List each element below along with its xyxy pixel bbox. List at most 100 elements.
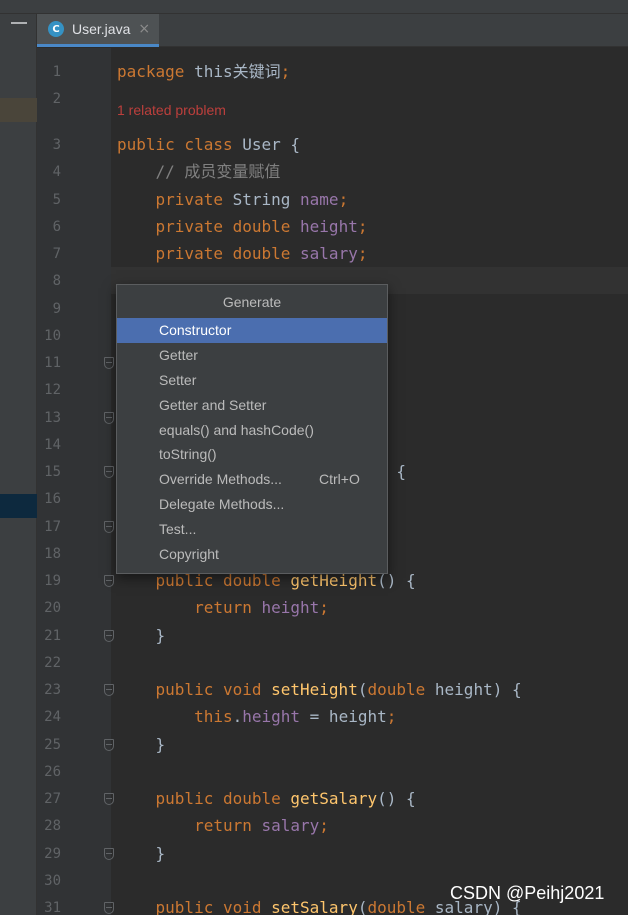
code-line: } bbox=[117, 625, 166, 646]
strip-marker bbox=[0, 98, 37, 122]
code-line: public void setHeight(double height) { bbox=[117, 680, 522, 700]
fold-marker-icon[interactable] bbox=[104, 738, 114, 751]
menu-item-tostring[interactable]: toString() bbox=[117, 442, 387, 467]
line-number: 31 bbox=[44, 900, 61, 915]
fold-marker-icon[interactable] bbox=[104, 684, 114, 696]
watermark: CSDN @Peihj2021 bbox=[450, 883, 605, 903]
fold-marker-icon[interactable] bbox=[104, 411, 114, 424]
line-number: 15 bbox=[44, 464, 61, 480]
menu-item-label: Getter bbox=[159, 347, 198, 364]
line-number: 19 bbox=[44, 573, 61, 589]
line-number: 16 bbox=[44, 491, 61, 508]
code-line: private double salary; bbox=[117, 244, 368, 264]
line-number: 21 bbox=[44, 627, 61, 644]
code-token: private bbox=[117, 189, 233, 209]
fold-marker-icon[interactable] bbox=[104, 466, 114, 478]
menu-item-setter[interactable]: Setter bbox=[117, 368, 387, 393]
title-bar bbox=[0, 0, 628, 14]
code-token: 关键词 bbox=[232, 62, 281, 81]
code-token: private double bbox=[117, 244, 301, 263]
fold-marker-icon[interactable] bbox=[104, 793, 114, 805]
popup-title: Generate bbox=[222, 293, 282, 310]
line-number: 5 bbox=[52, 191, 61, 208]
code-token: name bbox=[300, 189, 339, 209]
line-number: 22 bbox=[44, 654, 61, 671]
line-number: 27 bbox=[44, 791, 61, 807]
code-line: private double height; bbox=[117, 216, 368, 237]
code-line: package this关键词; bbox=[117, 62, 290, 82]
menu-item-constructor[interactable]: Constructor bbox=[117, 318, 387, 343]
line-number: 6 bbox=[52, 218, 61, 235]
code-line: public double getHeight() { bbox=[117, 571, 416, 591]
code-token: () { bbox=[377, 789, 416, 808]
menu-item-label: toString() bbox=[159, 446, 217, 463]
line-number: 2 bbox=[52, 91, 61, 107]
line-number: 20 bbox=[44, 600, 61, 617]
code-token: ; bbox=[357, 244, 368, 263]
line-number: 23 bbox=[44, 682, 61, 698]
code-token: String bbox=[232, 189, 301, 209]
line-number: 18 bbox=[44, 545, 61, 562]
menu-item-getter-and-setter[interactable]: Getter and Setter bbox=[117, 392, 387, 417]
code-line: private String name; bbox=[117, 189, 349, 210]
line-number: 29 bbox=[44, 845, 61, 862]
code-line: return height; bbox=[117, 598, 329, 618]
minimize-icon[interactable] bbox=[11, 22, 27, 24]
line-number: 9 bbox=[52, 300, 61, 317]
line-number: 25 bbox=[44, 736, 61, 753]
menu-item-delegate-methods[interactable]: Delegate Methods... bbox=[117, 492, 387, 517]
code-line: } bbox=[117, 735, 166, 755]
line-number: 30 bbox=[44, 872, 61, 889]
code-token: ; bbox=[357, 216, 368, 236]
menu-item-test[interactable]: Test... bbox=[117, 516, 387, 541]
line-number: 7 bbox=[52, 246, 61, 262]
fold-marker-icon[interactable] bbox=[104, 520, 114, 533]
code-token: return bbox=[117, 598, 262, 618]
fold-marker-icon[interactable] bbox=[104, 575, 114, 587]
related-problem-hint[interactable]: 1 related problem bbox=[117, 102, 226, 118]
line-number: 17 bbox=[44, 518, 61, 535]
code-token: salary bbox=[300, 244, 358, 263]
menu-item-label: Copyright bbox=[159, 545, 219, 562]
menu-item-equals-and-hashcode[interactable]: equals() and hashCode() bbox=[117, 417, 387, 442]
code-line: } bbox=[117, 843, 166, 864]
fold-marker-icon[interactable] bbox=[104, 629, 114, 642]
code-token: this bbox=[117, 707, 233, 727]
code-token: } bbox=[117, 625, 166, 645]
fold-marker-icon[interactable] bbox=[104, 357, 114, 369]
code-line: return salary; bbox=[117, 816, 329, 836]
code-line: this.height = height; bbox=[117, 707, 396, 727]
menu-item-copyright[interactable]: Copyright bbox=[117, 541, 387, 566]
fold-marker-icon[interactable] bbox=[104, 847, 114, 860]
menu-item-override-methods[interactable]: Override Methods... Ctrl+O bbox=[117, 467, 387, 492]
code-token: ; bbox=[319, 598, 329, 618]
code-token: setHeight bbox=[271, 680, 358, 699]
menu-item-label: Delegate Methods... bbox=[159, 495, 285, 512]
code-token: . bbox=[232, 707, 243, 727]
menu-item-getter[interactable]: Getter bbox=[117, 343, 387, 368]
line-number: 26 bbox=[44, 763, 61, 780]
line-number: 12 bbox=[44, 382, 61, 399]
code-token: } bbox=[117, 843, 166, 863]
code-token: this bbox=[194, 62, 233, 81]
code-token: return bbox=[117, 816, 262, 836]
tab-title: User.java bbox=[72, 21, 131, 37]
code-token: package bbox=[117, 62, 195, 81]
line-number: 14 bbox=[44, 436, 61, 453]
fold-marker-icon[interactable] bbox=[104, 902, 114, 914]
code-token: // 成员变量赋值 bbox=[117, 162, 281, 182]
line-number: 13 bbox=[44, 409, 61, 426]
close-icon[interactable]: × bbox=[138, 21, 150, 37]
line-number: 28 bbox=[44, 818, 61, 835]
code-token: height bbox=[261, 598, 320, 618]
editor-tab-user-java[interactable]: C User.java × bbox=[37, 14, 159, 47]
code-token: ; bbox=[280, 62, 291, 81]
menu-item-label: equals() and hashCode() bbox=[159, 421, 314, 438]
menu-item-label: Getter and Setter bbox=[159, 396, 267, 413]
line-number: 11 bbox=[44, 355, 61, 371]
line-number: 4 bbox=[52, 164, 61, 181]
strip-marker bbox=[0, 494, 37, 518]
tool-window-strip bbox=[0, 14, 37, 915]
code-token: ; bbox=[319, 816, 329, 836]
code-token: height bbox=[300, 216, 358, 236]
